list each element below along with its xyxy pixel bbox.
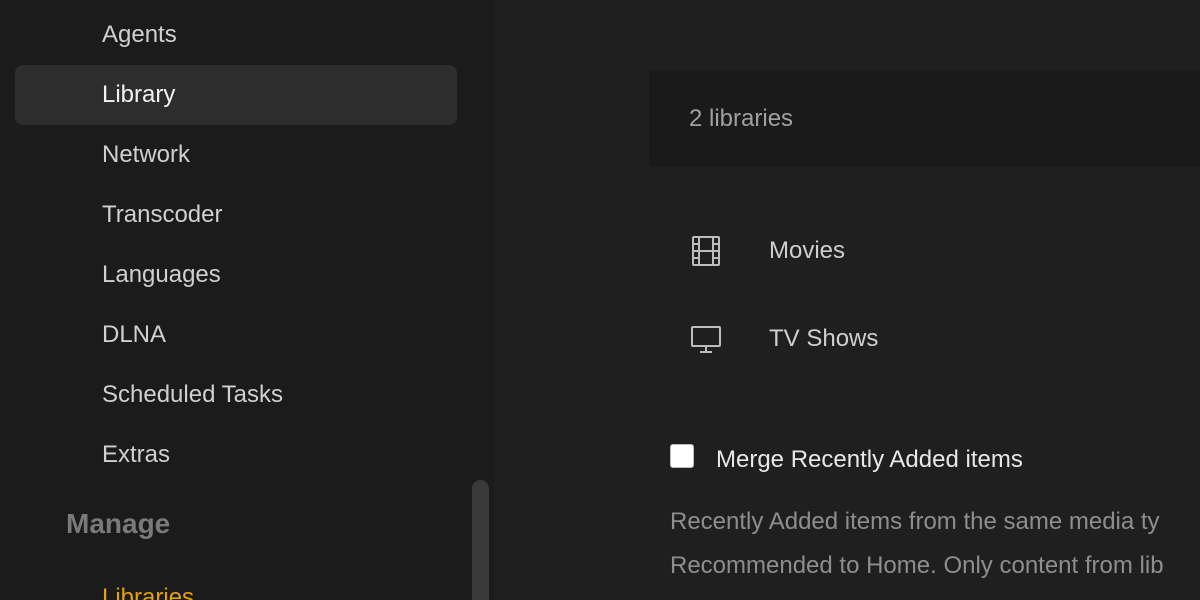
sidebar-item-extras[interactable]: Extras: [15, 425, 457, 485]
library-label-tv-shows: TV Shows: [769, 325, 879, 352]
tv-icon: [691, 326, 721, 353]
sidebar-section-header-manage: Manage: [66, 508, 171, 539]
sidebar-item-dlna[interactable]: DLNA: [15, 305, 457, 365]
sidebar-item-network[interactable]: Network: [15, 125, 457, 185]
sidebar-item-languages[interactable]: Languages: [15, 245, 457, 305]
app-window: Agents Library Network Transcoder Langua…: [0, 0, 1200, 600]
settings-sidebar: Agents Library Network Transcoder Langua…: [0, 0, 494, 600]
merge-help-text-line-1: Recently Added items from the same media…: [670, 508, 1160, 535]
sidebar-item-transcoder[interactable]: Transcoder: [15, 185, 457, 245]
merge-help-text-line-2: Recommended to Home. Only content from l…: [670, 552, 1164, 579]
sidebar-item-agents[interactable]: Agents: [15, 5, 457, 65]
merge-recently-added-label[interactable]: Merge Recently Added items: [716, 440, 1023, 480]
libraries-count-bar: 2 libraries: [649, 70, 1200, 167]
sidebar-item-scheduled-tasks[interactable]: Scheduled Tasks: [15, 365, 457, 425]
sidebar-item-library[interactable]: Library: [15, 65, 457, 125]
sidebar-item-libraries[interactable]: Libraries: [102, 584, 194, 600]
merge-recently-added-checkbox[interactable]: [670, 444, 694, 468]
library-row-tv-shows[interactable]: TV Shows: [690, 317, 1190, 361]
merge-recently-added-option: Merge Recently Added items: [670, 440, 1200, 480]
sidebar-scrollbar[interactable]: [472, 480, 489, 600]
libraries-count: 2 libraries: [689, 105, 794, 132]
library-row-movies[interactable]: Movies: [690, 229, 1190, 273]
main-content: 2 libraries Movies TV Shows Merge Recent…: [494, 0, 1200, 600]
film-icon: [692, 236, 720, 266]
library-label-movies: Movies: [769, 237, 846, 264]
